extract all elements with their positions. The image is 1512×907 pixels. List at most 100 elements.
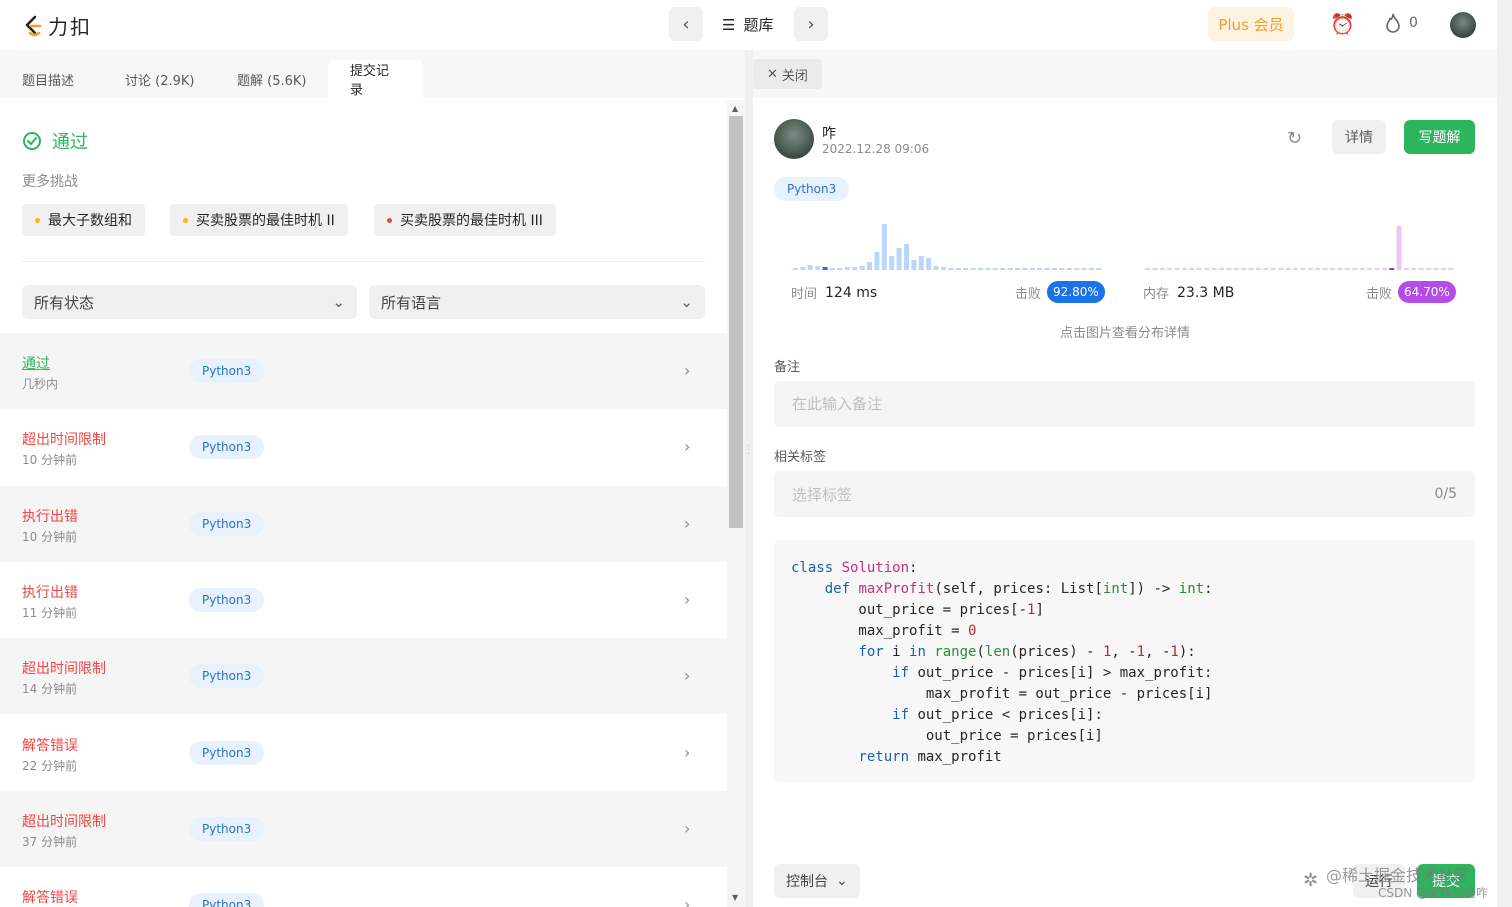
alarm-clock-icon[interactable]: ⏰ (1330, 12, 1355, 36)
runtime-bar[interactable] (1022, 268, 1028, 270)
runtime-bar[interactable] (933, 266, 939, 270)
runtime-bar[interactable] (793, 268, 798, 270)
distribution-hint[interactable]: 点击图片查看分布详情 (753, 322, 1497, 341)
memory-bar[interactable] (1381, 268, 1387, 270)
submission-row[interactable]: 通过 几秒内 Python3 › (0, 333, 727, 409)
submission-status[interactable]: 超出时间限制 (22, 811, 106, 831)
left-scrollbar[interactable]: ▲ ▼ (727, 100, 745, 907)
plus-member-button[interactable]: Plus 会员 (1208, 7, 1294, 41)
tags-select[interactable]: 选择标签 0/5 (774, 471, 1475, 517)
memory-bar[interactable] (1189, 268, 1195, 270)
panel-splitter[interactable] (745, 50, 753, 907)
memory-bar[interactable] (1389, 268, 1395, 270)
memory-bar[interactable] (1441, 268, 1446, 270)
memory-bar[interactable] (1263, 268, 1269, 270)
memory-bar[interactable] (1322, 268, 1328, 270)
memory-bar[interactable] (1241, 268, 1247, 270)
runtime-distribution[interactable] (793, 224, 1102, 270)
problem-list-button[interactable]: ☰ 题库 (722, 14, 773, 35)
distribution-chart[interactable] (789, 220, 1469, 276)
close-detail-button[interactable]: ✕ 关闭 (753, 59, 822, 89)
runtime-bar[interactable] (859, 266, 865, 270)
runtime-bar[interactable] (837, 268, 843, 270)
memory-bar[interactable] (1396, 226, 1402, 270)
submission-status[interactable]: 超出时间限制 (22, 658, 106, 678)
memory-bar[interactable] (1219, 268, 1224, 270)
scroll-down-icon[interactable]: ▼ (732, 893, 738, 902)
memory-bar[interactable] (1404, 268, 1409, 270)
tab-discussion[interactable]: 讨论 (2.9K) (103, 60, 216, 98)
submission-status[interactable]: 解答错误 (22, 735, 78, 755)
tab-submissions[interactable]: 提交记录 (328, 60, 423, 98)
memory-bar[interactable] (1315, 268, 1321, 270)
bug-icon[interactable]: ✲ (1303, 870, 1318, 891)
runtime-bar[interactable] (1089, 268, 1094, 270)
runtime-bar[interactable] (867, 262, 872, 270)
memory-bar[interactable] (1359, 268, 1365, 270)
memory-bar[interactable] (1367, 268, 1372, 270)
memory-bar[interactable] (1352, 268, 1358, 270)
memory-bar[interactable] (1196, 268, 1202, 270)
memory-bar[interactable] (1344, 268, 1350, 270)
runtime-bar[interactable] (1029, 268, 1035, 270)
submission-status[interactable]: 通过 (22, 353, 50, 373)
memory-bar[interactable] (1374, 268, 1380, 270)
user-avatar[interactable] (1450, 12, 1476, 38)
submission-status[interactable]: 超出时间限制 (22, 429, 106, 449)
memory-bar[interactable] (1152, 268, 1158, 270)
submission-row[interactable]: 超出时间限制 14 分钟前 Python3 › (0, 638, 727, 714)
runtime-bar[interactable] (1000, 268, 1006, 270)
runtime-bar[interactable] (1074, 268, 1080, 270)
runtime-bar[interactable] (1007, 268, 1013, 270)
runtime-bar[interactable] (918, 256, 924, 270)
memory-bar[interactable] (1167, 268, 1173, 270)
runtime-bar[interactable] (970, 268, 976, 270)
drag-handle-icon[interactable]: · · · (747, 442, 750, 460)
challenge-chip[interactable]: 最大子数组和 (22, 204, 145, 236)
scroll-up-icon[interactable]: ▲ (732, 104, 738, 113)
language-filter-select[interactable]: 所有语言 ⌄ (369, 285, 705, 319)
runtime-bar[interactable] (978, 268, 983, 270)
runtime-bar[interactable] (874, 252, 880, 270)
runtime-bar[interactable] (985, 268, 991, 270)
submission-row[interactable]: 执行出错 11 分钟前 Python3 › (0, 562, 727, 638)
runtime-bar[interactable] (1044, 268, 1050, 270)
submission-row[interactable]: 超出时间限制 37 分钟前 Python3 › (0, 791, 727, 867)
runtime-bar[interactable] (844, 267, 850, 270)
runtime-bar[interactable] (815, 266, 821, 270)
streak-indicator[interactable]: 0 (1383, 12, 1418, 34)
memory-bar[interactable] (1256, 268, 1261, 270)
runtime-bar[interactable] (1081, 268, 1087, 270)
memory-bar[interactable] (1285, 268, 1291, 270)
memory-bar[interactable] (1433, 268, 1439, 270)
runtime-bar[interactable] (955, 268, 961, 270)
submission-row[interactable]: 解答错误 Python3 › (0, 867, 727, 907)
memory-bar[interactable] (1300, 268, 1306, 270)
note-input[interactable] (774, 381, 1475, 427)
next-problem-button[interactable]: › (794, 7, 828, 41)
details-button[interactable]: 详情 (1332, 120, 1386, 154)
tab-description[interactable]: 题目描述 (0, 60, 96, 98)
console-toggle-button[interactable]: 控制台 ⌄ (774, 864, 860, 898)
submission-row[interactable]: 执行出错 10 分钟前 Python3 › (0, 486, 727, 562)
runtime-bar[interactable] (889, 256, 895, 270)
status-filter-select[interactable]: 所有状态 ⌄ (22, 285, 357, 319)
memory-bar[interactable] (1174, 268, 1180, 270)
refresh-icon[interactable]: ↻ (1287, 128, 1302, 149)
runtime-bar[interactable] (881, 224, 887, 270)
runtime-bar[interactable] (896, 248, 902, 270)
submission-status[interactable]: 执行出错 (22, 506, 78, 526)
memory-bar[interactable] (1211, 268, 1217, 270)
runtime-bar[interactable] (941, 267, 946, 270)
runtime-bar[interactable] (822, 267, 828, 270)
memory-bar[interactable] (1448, 268, 1454, 270)
memory-bar[interactable] (1426, 268, 1432, 270)
submitter-avatar[interactable] (774, 119, 814, 159)
memory-bar[interactable] (1159, 268, 1165, 270)
memory-bar[interactable] (1330, 268, 1335, 270)
runtime-bar[interactable] (1059, 268, 1065, 270)
memory-bar[interactable] (1418, 268, 1424, 270)
memory-bar[interactable] (1411, 268, 1417, 270)
tab-solutions[interactable]: 题解 (5.6K) (215, 60, 328, 98)
submission-status[interactable]: 执行出错 (22, 582, 78, 602)
